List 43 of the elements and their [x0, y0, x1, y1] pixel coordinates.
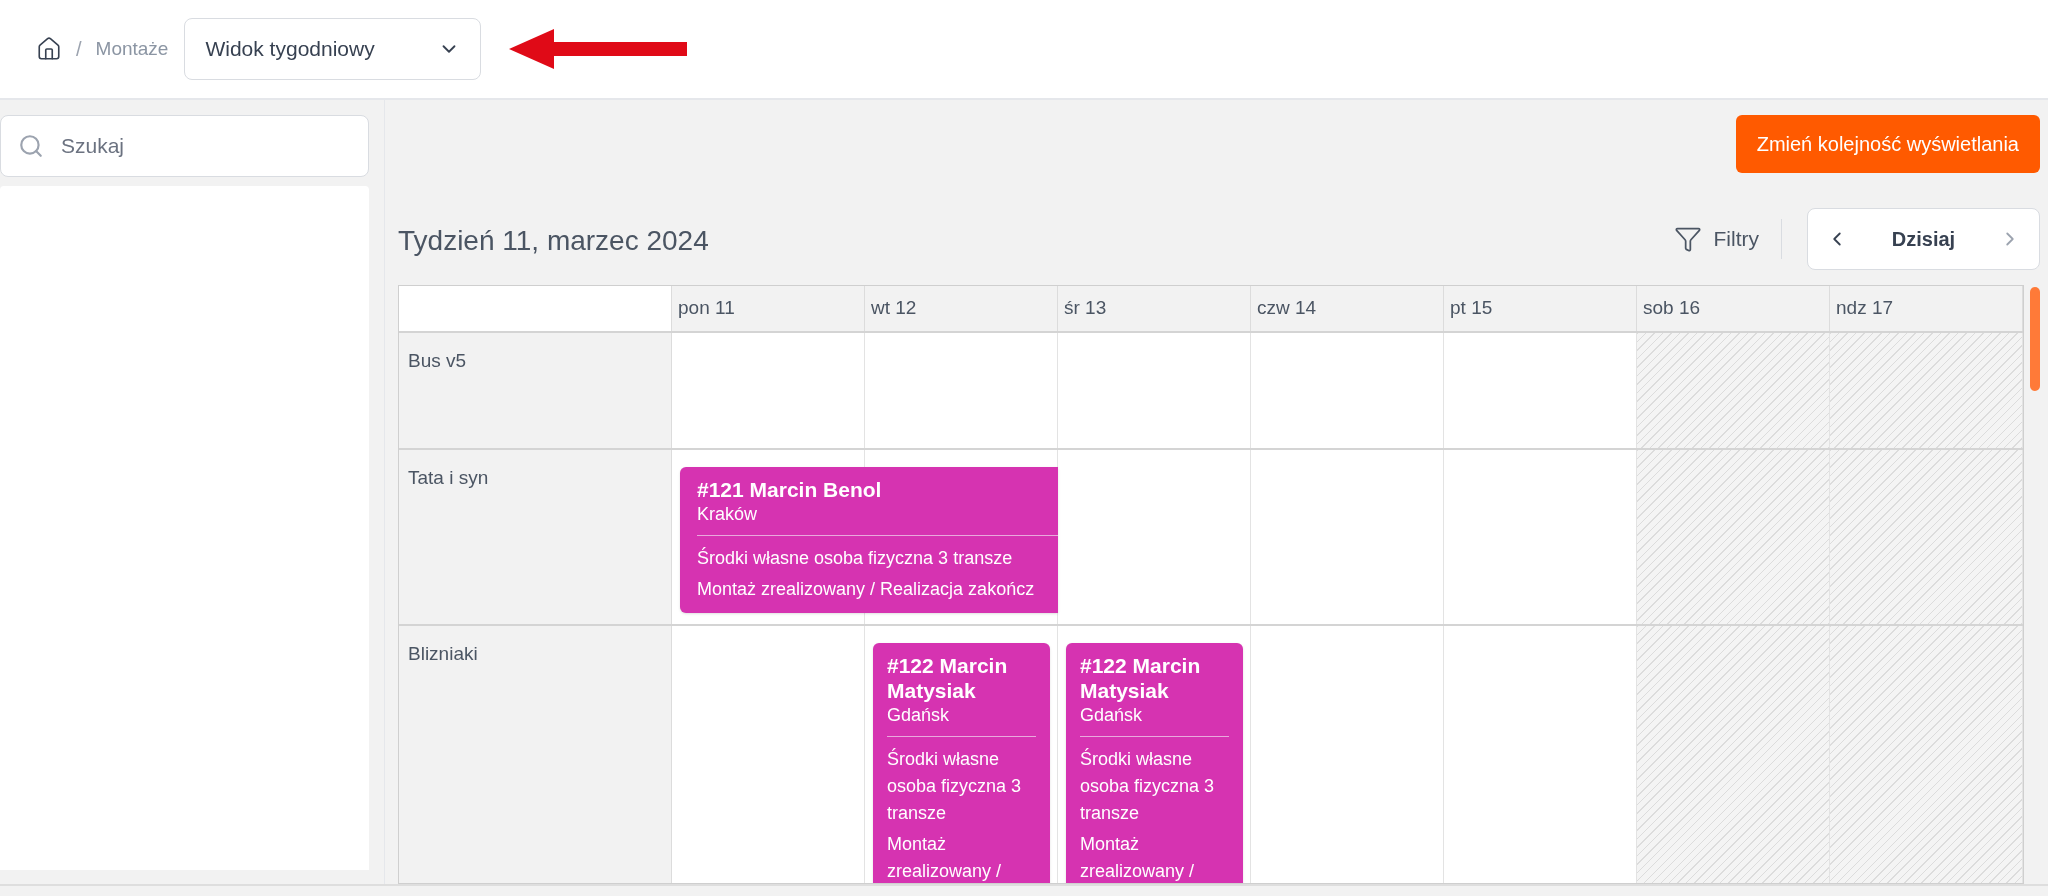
weekend-cell[interactable]	[1830, 626, 2024, 883]
event-city: Gdańsk	[887, 704, 951, 727]
weekend-cell[interactable]	[1637, 450, 1831, 624]
resource-label: Bus v5	[399, 333, 672, 448]
home-icon[interactable]	[36, 36, 62, 62]
event-detail: Środki własne osoba fizyczna 3 transze	[1080, 747, 1216, 825]
day-header: sob 16	[1637, 286, 1831, 331]
view-dropdown[interactable]: Widok tygodniowy	[184, 18, 482, 80]
day-header: wt 12	[865, 286, 1058, 331]
reorder-button[interactable]: Zmień kolejność wyświetlania	[1735, 115, 2040, 173]
weekend-cell[interactable]	[1830, 450, 2024, 624]
filter-icon	[1673, 225, 1702, 253]
event-title: #121 Marcin Benol	[697, 477, 883, 502]
event-card[interactable]: #122 Marcin Matysiak Gdańsk Środki własne osoba fizyczna 3 transze Montaż zrealizowany /	[1066, 643, 1243, 883]
event-city: Kraków	[697, 503, 759, 526]
event-detail: Montaż zrealizowany / Realizacja zakończ	[697, 578, 1036, 601]
day-header: pt 15	[1444, 286, 1638, 331]
event-card[interactable]: #122 Marcin Matysiak Gdańsk Środki własne osoba fizyczna 3 transze Montaż zrealizowany /	[873, 643, 1050, 883]
day-header: czw 14	[1251, 286, 1445, 331]
today-button[interactable]: Dzisiaj	[1866, 209, 1981, 269]
event-detail: Środki własne osoba fizyczna 3 transze	[887, 747, 1023, 825]
event-city: Gdańsk	[1080, 704, 1144, 727]
day-header: śr 13	[1058, 286, 1251, 331]
weekend-cell[interactable]	[1637, 333, 1831, 448]
search-field[interactable]: Szukaj	[0, 115, 369, 177]
resource-label: Tata i syn	[399, 450, 672, 624]
event-detail: Montaż zrealizowany /	[887, 833, 1003, 883]
filters-button[interactable]: Filtry	[1673, 223, 1781, 255]
day-header: ndz 17	[1830, 286, 2024, 331]
breadcrumb-link[interactable]: Montaże	[95, 34, 169, 64]
event-title: #122 Marcin Matysiak	[887, 653, 1009, 703]
resource-label: Blizniaki	[399, 626, 672, 883]
week-title: Tydzień 11, marzec 2024	[398, 224, 710, 258]
search-icon	[18, 133, 44, 159]
scrollbar-thumb[interactable]	[2030, 287, 2040, 391]
event-card[interactable]: #121 Marcin Benol Kraków Środki własne osoba fizyczna 3 transze Montaż zrealizowany / Realizacja zakończ	[680, 467, 1058, 613]
weekend-cell[interactable]	[1830, 333, 2024, 448]
weekend-cell[interactable]	[1637, 626, 1831, 883]
event-title: #122 Marcin Matysiak	[1080, 653, 1202, 703]
event-detail: Montaż zrealizowany /	[1080, 833, 1196, 883]
event-detail: Środki własne osoba fizyczna 3 transze	[697, 546, 1014, 570]
day-header: pon 11	[672, 286, 865, 331]
breadcrumb-separator: /	[76, 37, 82, 62]
